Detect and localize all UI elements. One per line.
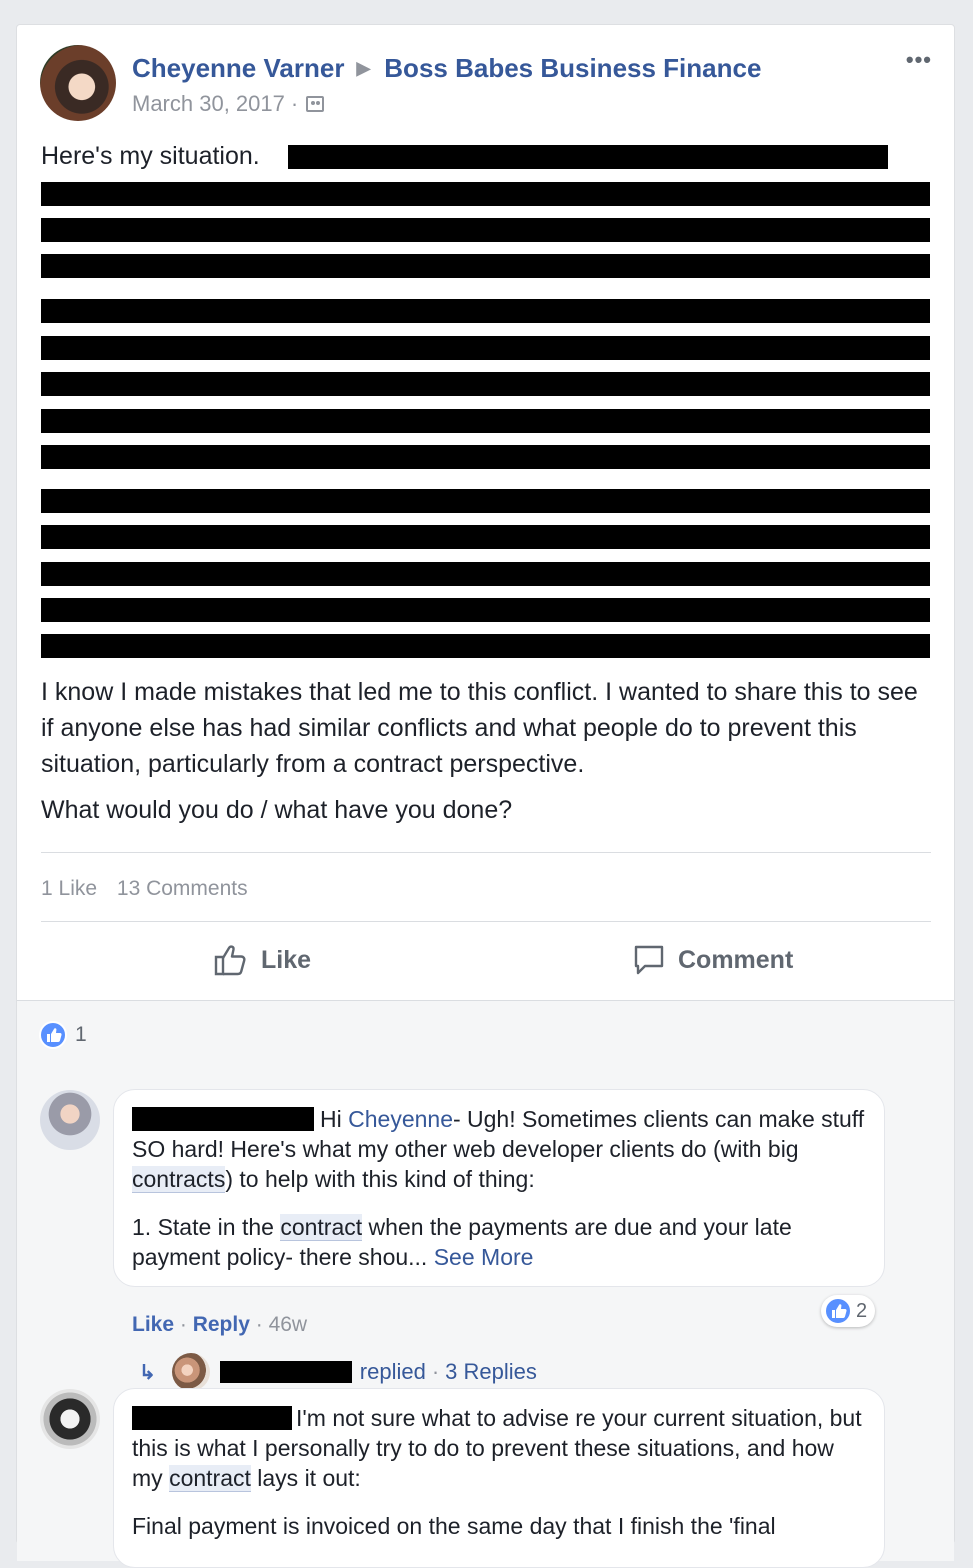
redaction-bar <box>41 409 930 433</box>
reply-arrow-icon: ↳ <box>139 1361 156 1384</box>
like-button-label: Like <box>261 945 312 974</box>
post-paragraph: What would you do / what have you done? <box>41 796 513 824</box>
redaction-bar <box>41 562 930 586</box>
divider <box>41 852 931 853</box>
like-button[interactable]: Like <box>213 943 311 977</box>
view-replies-link[interactable]: 3 Replies <box>445 1359 537 1385</box>
post-date[interactable]: March 30, 2017 <box>132 91 285 117</box>
post-intro: Here's my situation. <box>41 142 260 170</box>
comments-section: 1 Hi Cheyenne- Ugh! Sometimes clients ca… <box>17 1000 954 1568</box>
replies-row[interactable]: ↳ replied · 3 Replies <box>139 1353 537 1391</box>
commenter-avatar[interactable] <box>40 1389 100 1449</box>
commenter-avatar[interactable] <box>40 1090 100 1150</box>
comment-text: 1. State in the contract when the paymen… <box>132 1212 866 1272</box>
post-meta: March 30, 2017 · <box>132 91 325 117</box>
comment-reply-link[interactable]: Reply <box>193 1313 250 1336</box>
comment-text-part: 1. State in the <box>132 1214 281 1240</box>
post-counts: 1 Like 13 Comments <box>41 877 262 901</box>
comment-text: Hi Cheyenne- Ugh! Sometimes clients can … <box>132 1104 866 1194</box>
share-arrow-icon: ▶ <box>356 58 371 78</box>
comment-like-link[interactable]: Like <box>132 1313 174 1336</box>
redaction-bar <box>41 336 930 360</box>
redaction-bar <box>132 1107 314 1131</box>
more-options-icon[interactable]: ••• <box>906 47 932 73</box>
keyword-link[interactable]: contract <box>169 1465 251 1492</box>
redaction-bar <box>132 1406 292 1430</box>
reactions-count: 1 <box>75 1023 87 1046</box>
redaction-bar <box>41 372 930 396</box>
redaction-bar <box>41 218 930 242</box>
keyword-link[interactable]: contracts <box>132 1166 226 1193</box>
comment-actions: Like · Reply · 46w <box>132 1313 308 1336</box>
redaction-bar <box>41 598 930 622</box>
comment-bubble: Hi Cheyenne- Ugh! Sometimes clients can … <box>113 1089 885 1287</box>
like-reaction-icon <box>824 1297 852 1325</box>
keyword-link[interactable]: contract <box>280 1214 363 1241</box>
redaction-bar <box>41 299 930 323</box>
author-avatar[interactable] <box>40 45 116 121</box>
reactions-summary[interactable]: 1 <box>39 1021 87 1049</box>
redaction-bar <box>41 634 930 658</box>
meta-separator: · <box>290 91 299 116</box>
group-audience-icon <box>306 96 325 112</box>
redaction-bar <box>41 489 930 513</box>
post-card: Cheyenne Varner ▶ Boss Babes Business Fi… <box>16 24 955 1568</box>
post-paragraph: I know I made mistakes that led me to th… <box>41 678 918 778</box>
comment-reaction-count: 2 <box>856 1299 868 1322</box>
group-name[interactable]: Boss Babes Business Finance <box>384 53 761 84</box>
comment-text: I'm not sure what to advise re your curr… <box>132 1403 866 1493</box>
redaction-bar <box>41 254 930 278</box>
redaction-bar <box>219 1361 352 1383</box>
redaction-bar <box>288 145 888 169</box>
comment-button-label: Comment <box>678 945 794 974</box>
comments-count[interactable]: 13 Comments <box>117 877 248 900</box>
replied-label: replied <box>359 1359 426 1384</box>
redaction-bar <box>41 525 930 549</box>
author-name[interactable]: Cheyenne Varner <box>132 53 344 84</box>
comment-button[interactable]: Comment <box>632 943 793 977</box>
comment-bubble-icon <box>634 945 664 975</box>
comment-text-part: ) to help with this kind of thing: <box>225 1166 535 1192</box>
see-more-link[interactable]: See More <box>434 1244 534 1270</box>
redaction-bar <box>41 445 930 469</box>
likes-count[interactable]: 1 Like <box>41 877 97 900</box>
comment-bubble: I'm not sure what to advise re your curr… <box>113 1388 885 1568</box>
comment-text-part: lays it out: <box>250 1465 361 1491</box>
comment-reactions[interactable]: 2 <box>821 1295 876 1327</box>
comment-text: Final payment is invoiced on the same da… <box>132 1513 776 1539</box>
comment-text-part: Hi <box>320 1106 349 1132</box>
post-header: Cheyenne Varner ▶ Boss Babes Business Fi… <box>132 53 761 84</box>
comment-timestamp[interactable]: 46w <box>269 1313 308 1336</box>
redaction-bar <box>41 182 930 206</box>
like-reaction-icon <box>39 1021 67 1049</box>
mention-link[interactable]: Cheyenne <box>348 1106 453 1132</box>
thumbs-up-icon <box>214 945 246 976</box>
replier-avatar <box>171 1353 210 1391</box>
divider <box>41 921 931 922</box>
